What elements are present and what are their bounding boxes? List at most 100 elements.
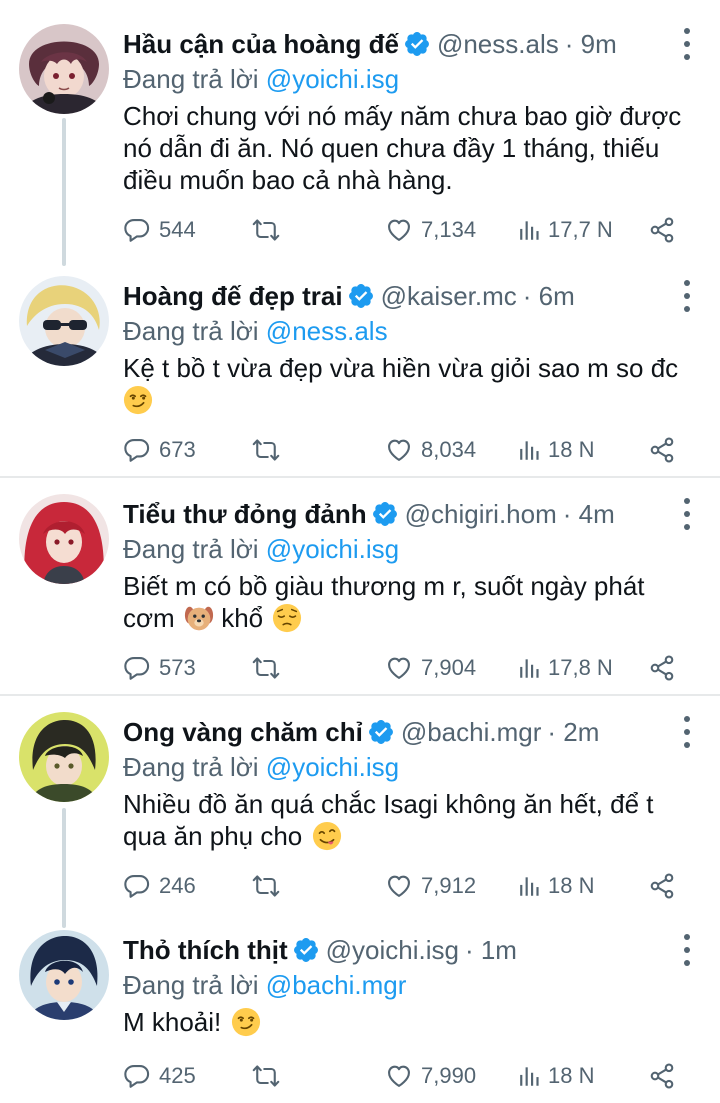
more-vertical-icon[interactable]	[680, 934, 694, 966]
user-handle[interactable]: @ness.als	[437, 29, 559, 60]
reply-button[interactable]: 544	[123, 212, 196, 248]
reply-mention[interactable]: @yoichi.isg	[266, 64, 399, 94]
reply-button[interactable]: 673	[123, 432, 196, 468]
verified-badge-icon	[403, 30, 431, 58]
share-icon	[648, 436, 676, 464]
more-vertical-icon[interactable]	[680, 498, 694, 530]
view-count: 17,8 N	[548, 655, 613, 680]
retweet-button[interactable]	[251, 1058, 281, 1094]
retweet-button[interactable]	[251, 650, 281, 686]
share-button[interactable]	[648, 432, 676, 468]
like-button[interactable]: 7,134	[385, 212, 476, 248]
timestamp[interactable]: · 4m	[563, 499, 615, 530]
tweet[interactable]: Ong vàng chăm chỉ @bachi.mgr · 2m Đang t…	[0, 712, 720, 912]
reply-button[interactable]: 246	[123, 868, 196, 904]
comment-icon	[123, 216, 151, 244]
timestamp[interactable]: · 1m	[465, 935, 517, 966]
tweet[interactable]: Hoàng đế đẹp trai @kaiser.mc · 6m Đang t…	[0, 276, 720, 476]
views-icon	[518, 437, 544, 463]
views-button[interactable]: 18 N	[518, 432, 594, 468]
retweet-icon	[251, 1062, 281, 1090]
reply-button[interactable]: 425	[123, 1058, 196, 1094]
share-icon	[648, 654, 676, 682]
views-button[interactable]: 17,8 N	[518, 650, 613, 686]
share-button[interactable]	[648, 868, 676, 904]
avatar[interactable]	[19, 930, 109, 1020]
reply-mention[interactable]: @yoichi.isg	[266, 752, 399, 782]
reply-prefix: Đang trả lời	[123, 970, 259, 1000]
reply-mention[interactable]: @yoichi.isg	[266, 534, 399, 564]
tweet-header: Thỏ thích thịt @yoichi.isg · 1m	[123, 932, 517, 968]
views-button[interactable]: 17,7 N	[518, 212, 613, 248]
heart-icon	[385, 1062, 413, 1090]
avatar[interactable]	[19, 712, 109, 802]
retweet-button[interactable]	[251, 212, 281, 248]
retweet-button[interactable]	[251, 868, 281, 904]
tweet-header: Tiểu thư đỏng đảnh @chigiri.hom · 4m	[123, 496, 615, 532]
avatar[interactable]	[19, 24, 109, 114]
tweet-text-content: M khoải!	[123, 1007, 222, 1037]
comment-icon	[123, 654, 151, 682]
display-name[interactable]: Tiểu thư đỏng đảnh	[123, 499, 367, 530]
heart-icon	[385, 436, 413, 464]
like-button[interactable]: 7,912	[385, 868, 476, 904]
like-count: 7,912	[421, 873, 477, 898]
display-name[interactable]: Thỏ thích thịt	[123, 935, 288, 966]
more-vertical-icon[interactable]	[680, 280, 694, 312]
reply-prefix: Đang trả lời	[123, 752, 259, 782]
reply-count: 425	[159, 1063, 196, 1088]
tweet-text-content: Nhiều đồ ăn quá chắc Isagi không ăn hết,…	[123, 789, 654, 851]
reply-button[interactable]: 573	[123, 650, 196, 686]
reply-context: Đang trả lời @ness.als	[123, 316, 388, 347]
tweet[interactable]: Tiểu thư đỏng đảnh @chigiri.hom · 4m Đan…	[0, 494, 720, 694]
like-count: 7,134	[421, 217, 477, 242]
tweet-text-content: khổ	[221, 603, 264, 633]
divider	[0, 694, 720, 696]
share-button[interactable]	[648, 1058, 676, 1094]
reply-context: Đang trả lời @bachi.mgr	[123, 970, 406, 1001]
views-button[interactable]: 18 N	[518, 1058, 594, 1094]
timestamp[interactable]: · 2m	[547, 717, 599, 748]
pensive-face-emoji	[272, 603, 302, 633]
retweet-icon	[251, 436, 281, 464]
avatar[interactable]	[19, 276, 109, 366]
view-count: 18 N	[548, 437, 595, 462]
tweet[interactable]: Thỏ thích thịt @yoichi.isg · 1m Đang trả…	[0, 930, 720, 1100]
retweet-button[interactable]	[251, 432, 281, 468]
reply-count: 246	[159, 873, 196, 898]
user-handle[interactable]: @bachi.mgr	[401, 717, 542, 748]
reply-mention[interactable]: @ness.als	[266, 316, 388, 346]
tweet-text-content: Kệ t bồ t vừa đẹp vừa hiền vừa giỏi sao …	[123, 353, 679, 383]
share-button[interactable]	[648, 650, 676, 686]
verified-badge-icon	[292, 936, 320, 964]
tweet-actions: 246 7,912 18 N	[123, 868, 683, 904]
reply-context: Đang trả lời @yoichi.isg	[123, 534, 399, 565]
user-handle[interactable]: @chigiri.hom	[405, 499, 557, 530]
share-icon	[648, 872, 676, 900]
timestamp[interactable]: · 6m	[523, 281, 575, 312]
display-name[interactable]: Ong vàng chăm chỉ	[123, 717, 363, 748]
reply-prefix: Đang trả lời	[123, 534, 259, 564]
timestamp[interactable]: · 9m	[565, 29, 617, 60]
avatar[interactable]	[19, 494, 109, 584]
heart-icon	[385, 216, 413, 244]
display-name[interactable]: Hoàng đế đẹp trai	[123, 281, 343, 312]
like-button[interactable]: 7,904	[385, 650, 476, 686]
more-vertical-icon[interactable]	[680, 716, 694, 748]
views-icon	[518, 873, 544, 899]
reply-mention[interactable]: @bachi.mgr	[266, 970, 407, 1000]
views-button[interactable]: 18 N	[518, 868, 594, 904]
retweet-icon	[251, 654, 281, 682]
user-handle[interactable]: @yoichi.isg	[326, 935, 459, 966]
comment-icon	[123, 436, 151, 464]
tweet-actions: 425 7,990 18 N	[123, 1058, 683, 1094]
user-handle[interactable]: @kaiser.mc	[381, 281, 517, 312]
tweet[interactable]: Hầu cận của hoàng đế @ness.als · 9m Đang…	[0, 24, 720, 254]
display-name[interactable]: Hầu cận của hoàng đế	[123, 29, 399, 60]
views-icon	[518, 655, 544, 681]
like-button[interactable]: 7,990	[385, 1058, 476, 1094]
more-vertical-icon[interactable]	[680, 28, 694, 60]
like-button[interactable]: 8,034	[385, 432, 476, 468]
share-button[interactable]	[648, 212, 676, 248]
reply-count: 673	[159, 437, 196, 462]
